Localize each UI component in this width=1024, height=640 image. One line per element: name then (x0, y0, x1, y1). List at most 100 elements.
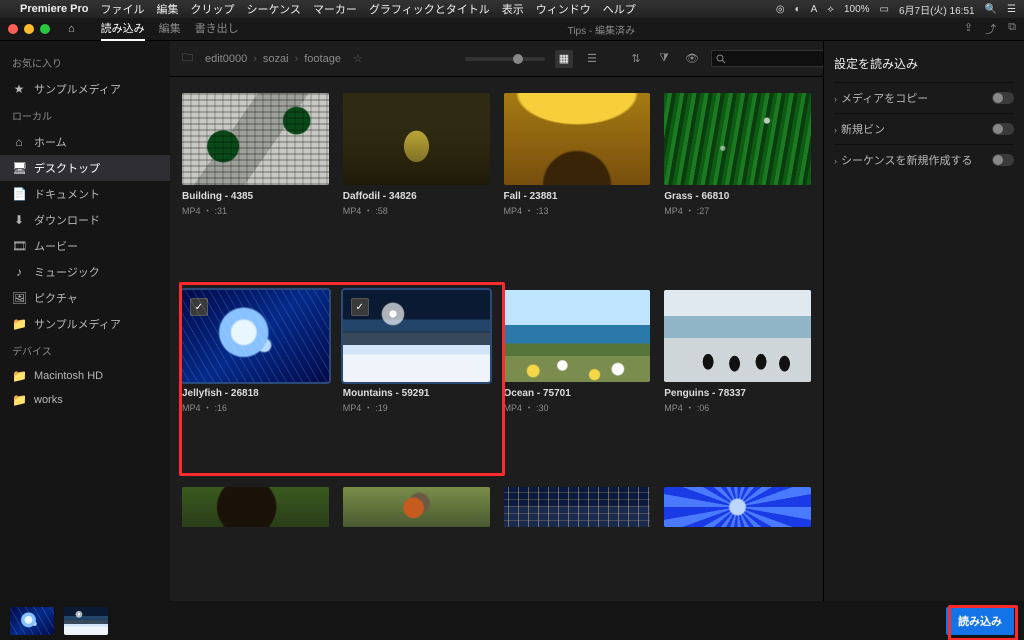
file-card[interactable] (182, 487, 329, 585)
file-card[interactable] (343, 487, 490, 585)
sidebar-item-home[interactable]: ⌂ホーム (0, 129, 170, 155)
traffic-lights[interactable] (8, 24, 50, 34)
home-icon[interactable]: ⌂ (68, 23, 75, 35)
setting-new-bin[interactable]: ›新規ビン (834, 113, 1014, 144)
file-card[interactable]: Fall - 23881MP4 ・ :13 (504, 93, 651, 274)
sidebar-item-downloads[interactable]: ⬇ダウンロード (0, 207, 170, 233)
breadcrumb-segment[interactable]: sozai (263, 53, 289, 65)
search-input[interactable] (711, 50, 811, 67)
file-name: Grass - 66810 (664, 191, 811, 202)
file-card[interactable]: Penguins - 78337MP4 ・ :06 (664, 290, 811, 471)
sidebar-item-movies[interactable]: 🎞ムービー (0, 233, 170, 259)
tab-export[interactable]: 書き出し (195, 17, 239, 41)
menu-edit[interactable]: 編集 (156, 1, 178, 17)
sidebar-item-works[interactable]: 📁works (0, 388, 170, 412)
close-window[interactable] (8, 24, 18, 34)
file-card[interactable]: Grass - 66810MP4 ・ :27 (664, 93, 811, 274)
file-thumbnail[interactable] (504, 290, 651, 382)
selected-mini-thumb[interactable] (10, 607, 54, 635)
file-card[interactable]: Ocean - 75701MP4 ・ :30 (504, 290, 651, 471)
app-name[interactable]: Premiere Pro (20, 3, 88, 15)
sidebar-item-label: Macintosh HD (34, 370, 103, 382)
view-options-icon[interactable]: 👁 (683, 50, 701, 68)
battery-percent: 100% (844, 4, 870, 15)
breadcrumb-segment[interactable]: edit0000 (205, 53, 247, 65)
menu-help[interactable]: ヘルプ (603, 1, 636, 17)
file-thumbnail[interactable] (664, 487, 811, 527)
breadcrumb[interactable]: edit0000 › sozai › footage ☆ (205, 52, 363, 65)
search-menubar-icon[interactable]: 🔍 (985, 4, 997, 15)
setting-label: メディアをコピー (841, 93, 928, 105)
browser-toolbar: 🗀 edit0000 › sozai › footage ☆ ▦ ☰ ⇅ ⧩ 👁 (170, 41, 823, 77)
setting-label: シーケンスを新規作成する (841, 155, 972, 167)
file-thumbnail[interactable] (504, 487, 651, 527)
tab-edit[interactable]: 編集 (159, 17, 181, 41)
list-view-icon[interactable]: ☰ (583, 50, 601, 68)
file-card[interactable]: ✓Mountains - 59291MP4 ・ :19 (343, 290, 490, 471)
minimize-window[interactable] (24, 24, 34, 34)
menu-window[interactable]: ウィンドウ (536, 1, 591, 17)
chevron-right-icon: › (834, 156, 837, 166)
sidebar-item-samplemedia-folder[interactable]: 📁サンプルメディア (0, 311, 170, 337)
clock[interactable]: 6月7日(火) 16:51 (899, 2, 975, 17)
sidebar-item-macintosh-hd[interactable]: 📁Macintosh HD (0, 364, 170, 388)
file-card[interactable]: Daffodil - 34826MP4 ・ :58 (343, 93, 490, 274)
zoom-window[interactable] (40, 24, 50, 34)
file-thumbnail[interactable] (343, 487, 490, 527)
selection-checkbox[interactable]: ✓ (351, 298, 369, 316)
file-thumbnail[interactable] (182, 487, 329, 527)
sort-icon[interactable]: ⇅ (627, 50, 645, 68)
breadcrumb-segment[interactable]: footage (304, 53, 341, 65)
import-button-label: 読み込み (958, 616, 1002, 628)
file-card[interactable] (664, 487, 811, 585)
menu-clip[interactable]: クリップ (190, 1, 234, 17)
file-thumbnail[interactable]: ✓ (343, 290, 490, 382)
file-thumbnail[interactable] (664, 290, 811, 382)
file-card[interactable]: Building - 4385MP4 ・ :31 (182, 93, 329, 274)
sidebar-item-pictures[interactable]: 🖼ピクチャ (0, 285, 170, 311)
import-button[interactable]: 読み込み (946, 607, 1014, 635)
sidebar-section-local: ローカル (0, 102, 170, 129)
setting-create-sequence[interactable]: › シーケンスを新規作成する (834, 144, 1014, 175)
selection-checkbox[interactable]: ✓ (190, 298, 208, 316)
file-card[interactable] (504, 487, 651, 585)
wifi-icon[interactable]: ⟡ (827, 4, 834, 15)
toggle-switch[interactable] (992, 92, 1014, 104)
toggle-switch[interactable] (992, 154, 1014, 166)
menu-marker[interactable]: マーカー (313, 1, 357, 17)
sidebar-item-label: works (34, 394, 63, 406)
file-thumbnail[interactable] (182, 93, 329, 185)
sidebar-item-desktop[interactable]: 🖥デスクトップ (0, 155, 170, 181)
file-name: Jellyfish - 26818 (182, 388, 329, 399)
sidebar-item-sample-media[interactable]: ★ サンプルメディア (0, 76, 170, 102)
grid-view-icon[interactable]: ▦ (555, 50, 573, 68)
filter-icon[interactable]: ⧩ (655, 50, 673, 68)
download-icon: ⬇ (12, 213, 26, 227)
file-thumbnail[interactable] (504, 93, 651, 185)
menu-view[interactable]: 表示 (502, 1, 524, 17)
control-center-icon[interactable]: ☰ (1007, 4, 1016, 15)
workspace-icon[interactable]: ⧉ (1008, 21, 1016, 37)
sidebar-item-label: ミュージック (34, 264, 100, 280)
sidebar-item-music[interactable]: ♪ミュージック (0, 259, 170, 285)
setting-copy-media[interactable]: ›メディアをコピー (834, 82, 1014, 113)
tab-import[interactable]: 読み込み (101, 17, 145, 41)
footer-bar: 読み込み (0, 601, 1024, 640)
input-source-icon[interactable]: A (811, 4, 818, 15)
file-card[interactable]: ✓Jellyfish - 26818MP4 ・ :16 (182, 290, 329, 471)
file-thumbnail[interactable] (664, 93, 811, 185)
share-icon[interactable]: ⤴ (985, 21, 996, 37)
sidebar-item-documents[interactable]: 📄ドキュメント (0, 181, 170, 207)
battery-icon: ▭ (880, 4, 889, 15)
favorite-star-icon[interactable]: ☆ (353, 52, 363, 65)
menu-file[interactable]: ファイル (100, 1, 144, 17)
toggle-switch[interactable] (992, 123, 1014, 135)
desktop-icon: 🖥 (12, 161, 26, 175)
quick-export-icon[interactable]: ⇪ (964, 21, 973, 37)
menu-sequence[interactable]: シーケンス (246, 1, 300, 17)
menu-graphics[interactable]: グラフィックとタイトル (369, 1, 490, 17)
file-thumbnail[interactable]: ✓ (182, 290, 329, 382)
file-thumbnail[interactable] (343, 93, 490, 185)
thumbnail-size-slider[interactable] (465, 57, 545, 61)
selected-mini-thumb[interactable] (64, 607, 108, 635)
